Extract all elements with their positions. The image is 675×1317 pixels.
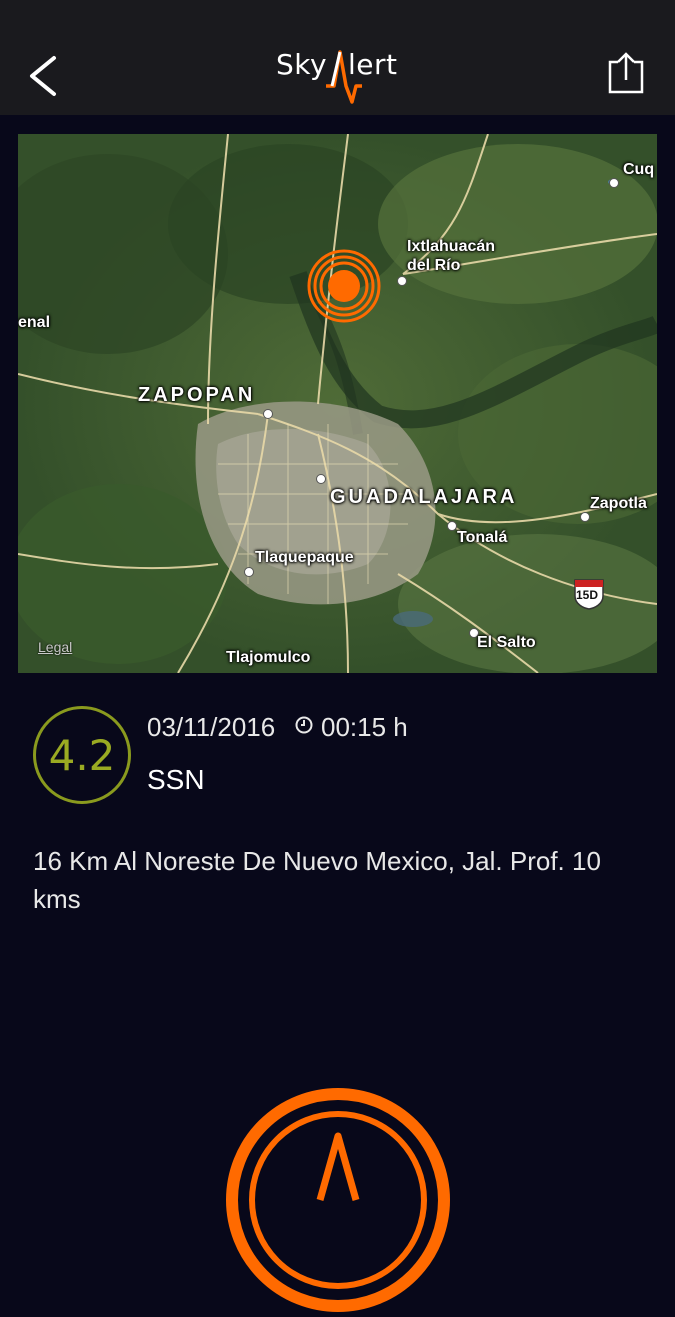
quake-description: 16 Km Al Noreste De Nuevo Mexico, Jal. P… bbox=[33, 846, 601, 914]
quake-date: 03/11/2016 bbox=[147, 712, 276, 742]
logo-text-left: Sky bbox=[276, 48, 328, 81]
map-label-tonala: Tonalá bbox=[457, 529, 508, 546]
quake-time: 00:15 h bbox=[321, 712, 408, 742]
map-label-enal: enal bbox=[18, 314, 51, 331]
map-dot-ixtlahuacan bbox=[397, 276, 407, 286]
map-dot-zapopan bbox=[263, 409, 273, 419]
back-button[interactable] bbox=[20, 48, 70, 104]
map-label-tlajomulco: Tlajomulco bbox=[226, 649, 311, 666]
share-button[interactable] bbox=[604, 50, 648, 98]
skyalert-button-icon bbox=[226, 1088, 450, 1312]
map-label-guadalajara: GUADALAJARA bbox=[330, 486, 518, 508]
magnitude-badge: 4.2 bbox=[33, 706, 131, 804]
epicenter-map[interactable]: Cuq Ixtlahuacán del Río enal ZAPOPAN GUA… bbox=[18, 134, 657, 673]
map-label-zapopan: ZAPOPAN bbox=[138, 384, 256, 406]
epicenter-marker-icon bbox=[307, 249, 381, 323]
chevron-left-icon bbox=[30, 56, 56, 96]
map-dot-tonala bbox=[447, 521, 457, 531]
highway-shield-label: 15D bbox=[576, 588, 599, 602]
map-label-ixtlahuacan-line2: del Río bbox=[407, 257, 461, 274]
map-dot-guadalajara bbox=[316, 474, 326, 484]
share-icon bbox=[608, 52, 644, 94]
map-legal-link[interactable]: Legal bbox=[38, 639, 72, 655]
map-label-ixtlahuacan-line1: Ixtlahuacán bbox=[407, 238, 496, 255]
app-header: Sky lert bbox=[0, 0, 675, 115]
map-dot-cuq bbox=[609, 178, 619, 188]
skyalert-logo: Sky lert bbox=[262, 40, 412, 112]
quake-source: SSN bbox=[147, 764, 205, 795]
skyalert-button[interactable] bbox=[226, 1088, 450, 1312]
map-label-el-salto: El Salto bbox=[477, 634, 536, 651]
satellite-map-image bbox=[18, 134, 657, 673]
map-label-zapotla: Zapotla bbox=[590, 495, 647, 512]
map-label-cuq: Cuq bbox=[623, 161, 655, 178]
clock-icon bbox=[295, 716, 313, 734]
map-label-tlaquepaque: Tlaquepaque bbox=[255, 549, 354, 566]
map-dot-tlaquepaque bbox=[244, 567, 254, 577]
map-dot-zapotla bbox=[580, 512, 590, 522]
logo-text-right: lert bbox=[348, 48, 398, 81]
